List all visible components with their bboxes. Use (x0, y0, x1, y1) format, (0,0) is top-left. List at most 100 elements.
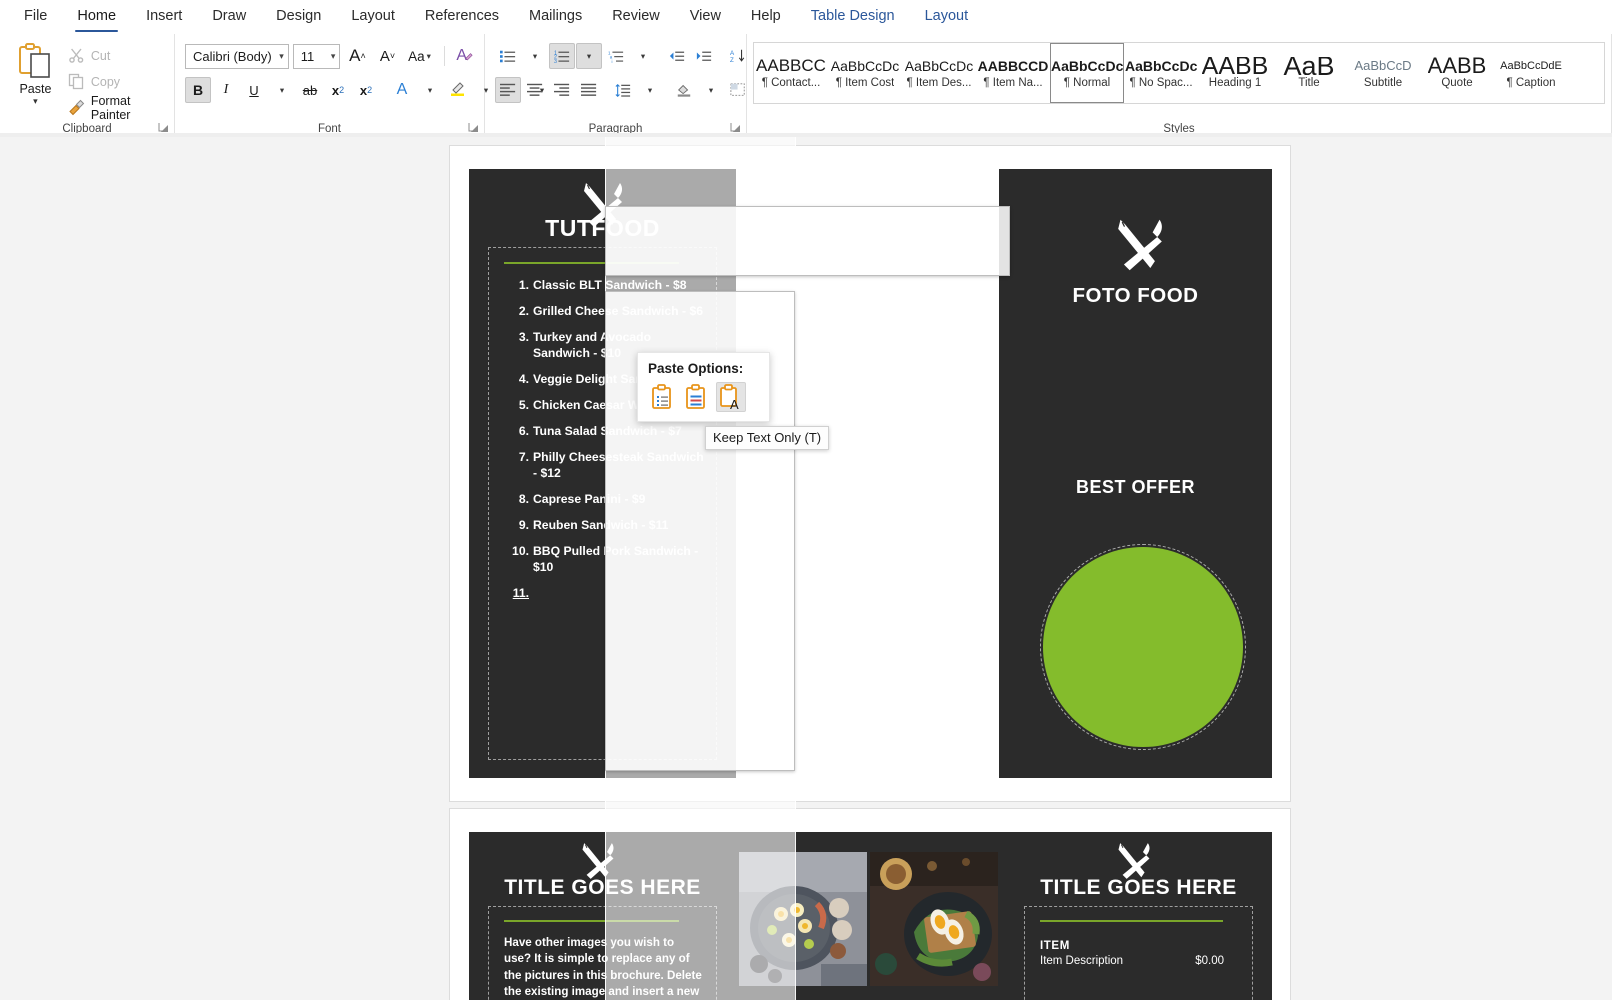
style-card[interactable]: AABB Heading 1 (1198, 43, 1272, 103)
text-effects-label: A (396, 81, 408, 98)
list-item-number: 2. (518, 304, 529, 318)
line-spacing-dropdown[interactable]: ▾ (637, 77, 663, 103)
style-name: ¶ Normal (1063, 77, 1111, 89)
tab-table-design[interactable]: Table Design (797, 4, 909, 30)
bullets-dropdown[interactable]: ▾ (522, 43, 548, 69)
group-font: Calibri (Body) ▾ 11 ▾ A ˄ A ˅ Aa ▾ A B I… (175, 34, 544, 137)
superscript-button[interactable]: x2 (353, 77, 379, 103)
list-item-number: 9. (518, 518, 529, 532)
font-size-value: 11 (300, 48, 315, 64)
document-canvas[interactable]: TUTFOOD 1. Classic BLT Sandwich - $8 2. Gr… (0, 137, 1612, 1000)
style-card[interactable]: AABBCC ¶ Contact... (754, 43, 828, 103)
tab-layout[interactable]: Layout (337, 4, 409, 30)
cut-button[interactable]: Cut (65, 45, 168, 66)
tab-references[interactable]: References (411, 4, 513, 30)
tab-insert[interactable]: Insert (132, 4, 196, 30)
tab-table-layout[interactable]: Layout (911, 4, 983, 30)
shrink-font-button[interactable]: A ˅ (374, 43, 400, 69)
paintbrush-icon (68, 99, 85, 116)
tab-help[interactable]: Help (737, 4, 795, 30)
font-size-combo[interactable]: 11 ▾ (292, 43, 341, 69)
paste-options-popup[interactable]: Paste Options: A (637, 352, 770, 422)
style-preview: AaBbCcDc (904, 58, 974, 74)
style-card[interactable]: AaBbCcDc ¶ Item Des... (902, 43, 976, 103)
svg-text:A: A (730, 397, 739, 410)
tab-mailings[interactable]: Mailings (515, 4, 596, 30)
line-spacing-button[interactable] (610, 77, 636, 103)
style-preview: AaB (1283, 57, 1335, 75)
subscript-button[interactable]: x2 (325, 77, 351, 103)
style-card-normal[interactable]: AaBbCcDc ¶ Normal (1050, 43, 1124, 103)
style-card[interactable]: AABBCCD ¶ Item Na... (976, 43, 1050, 103)
paste-merge-formatting-button[interactable] (682, 382, 712, 412)
superscript-label: x (359, 82, 368, 98)
highlighter-icon (451, 82, 464, 96)
bullets-button[interactable] (495, 43, 521, 69)
increase-indent-button[interactable] (691, 43, 717, 69)
justify-button[interactable] (576, 77, 602, 103)
item-block[interactable]: ITEM Item Description $0.00 (1040, 940, 1224, 967)
decrease-indent-button[interactable] (664, 43, 690, 69)
font-name-value: Calibri (Body) (193, 48, 272, 64)
paste-keep-text-only-button[interactable]: A (716, 382, 746, 412)
tab-home[interactable]: Home (63, 4, 130, 32)
food-photo-2[interactable] (870, 852, 998, 986)
style-name: Subtitle (1363, 77, 1403, 89)
style-name: ¶ No Spac... (1129, 77, 1193, 89)
numbering-dropdown[interactable]: ▾ (576, 43, 602, 69)
underline-button[interactable]: U (241, 77, 267, 103)
format-painter-button[interactable]: Format Painter (65, 94, 168, 122)
copy-button[interactable]: Copy (65, 71, 168, 92)
brochure-panel-cover[interactable]: FOTO FOOD BEST OFFER (999, 169, 1272, 778)
paste-icon (18, 43, 52, 81)
style-name: ¶ Item Cost (835, 77, 895, 89)
tab-view[interactable]: View (676, 4, 735, 30)
list-item-number: 6. (518, 424, 529, 438)
font-name-combo[interactable]: Calibri (Body) ▾ (185, 43, 289, 69)
paste-keep-source-formatting-button[interactable] (648, 382, 678, 412)
style-card[interactable]: AaBbCcDc ¶ Item Cost (828, 43, 902, 103)
tab-draw[interactable]: Draw (198, 4, 260, 30)
style-name: ¶ Contact... (761, 77, 821, 89)
page2-right-column[interactable]: TITLE GOES HERE ITEM Item Description $0… (1005, 832, 1272, 1000)
ribbon: File Home Insert Draw Design Layout Refe… (0, 0, 1612, 137)
multilevel-list-dropdown[interactable]: ▾ (630, 43, 656, 69)
style-card[interactable]: AaB Title (1272, 43, 1346, 103)
clipboard-keep-source-icon (652, 384, 671, 409)
align-center-button[interactable] (522, 77, 548, 103)
chevron-down-icon: ▾ (708, 84, 714, 95)
italic-label: I (223, 82, 229, 97)
offer-circle[interactable] (1040, 544, 1246, 750)
shading-button[interactable] (671, 77, 697, 103)
align-right-button[interactable] (549, 77, 575, 103)
multilevel-list-button[interactable]: 1ai (603, 43, 629, 69)
change-case-button[interactable]: Aa ▾ (404, 43, 436, 69)
highlight-button[interactable] (445, 77, 471, 103)
style-card[interactable]: AaBbCcD Subtitle (1346, 43, 1420, 103)
page2-left-column[interactable]: TITLE GOES HERE Have other images you wi… (469, 832, 736, 1000)
list-item-number: 8. (518, 492, 529, 506)
bold-button[interactable]: B (185, 77, 211, 103)
strikethrough-button[interactable]: ab (297, 77, 323, 103)
shading-dropdown[interactable]: ▾ (698, 77, 724, 103)
bold-label: B (192, 82, 204, 98)
tab-file[interactable]: File (10, 4, 61, 30)
align-left-button[interactable] (495, 77, 521, 103)
underline-dropdown[interactable]: ▾ (269, 77, 295, 103)
tab-design[interactable]: Design (262, 4, 335, 30)
clear-formatting-button[interactable]: A (451, 43, 478, 69)
document-page-2[interactable]: TITLE GOES HERE Have other images you wi… (450, 809, 1290, 1000)
style-card[interactable]: AABB Quote (1420, 43, 1494, 103)
style-card[interactable]: AaBbCcDc ¶ No Spac... (1124, 43, 1198, 103)
styles-gallery[interactable]: AABBCC ¶ Contact... AaBbCcDc ¶ Item Cost A… (753, 42, 1605, 104)
grow-font-button[interactable]: A ˄ (344, 43, 370, 69)
format-painter-label: Format Painter (90, 93, 131, 122)
italic-button[interactable]: I (213, 77, 239, 103)
accent-rule (504, 920, 679, 922)
text-effects-button[interactable]: A (389, 77, 415, 103)
food-photo-1[interactable] (739, 852, 867, 986)
tab-review[interactable]: Review (598, 4, 674, 30)
numbering-button[interactable]: 123 (549, 43, 575, 69)
style-card[interactable]: AaBbCcDdE ¶ Caption (1494, 43, 1568, 103)
text-effects-dropdown[interactable]: ▾ (417, 77, 443, 103)
